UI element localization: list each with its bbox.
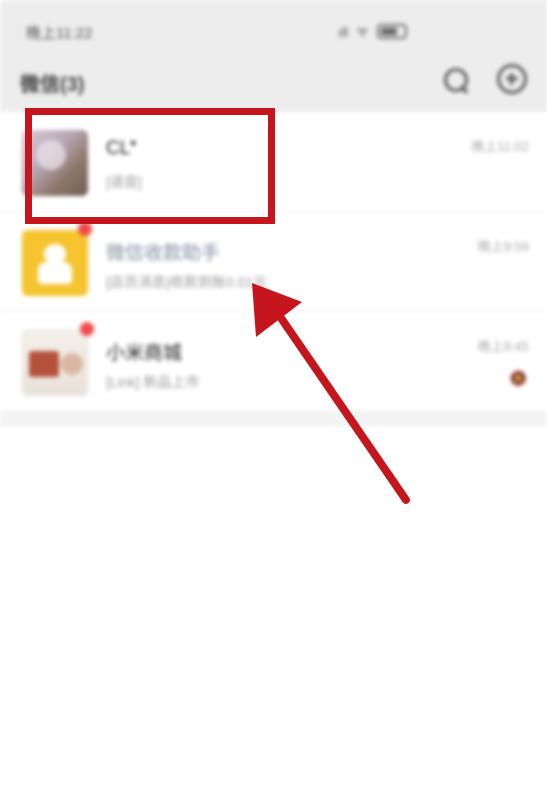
chat-time: 晚上9:59: [477, 239, 529, 254]
status-time: 晚上11:22: [26, 25, 93, 42]
screen: 晚上11:22 ıll ᯤ 微信(3) CL♥ [语音] 晚上11:02 微信收…: [0, 0, 547, 789]
plus-circle-icon[interactable]: [497, 64, 527, 94]
list-divider: [0, 412, 547, 426]
chat-preview: [店员消息]收款到账0.01元: [106, 274, 268, 290]
status-icons: ıll ᯤ: [338, 22, 407, 41]
wechat-app: 晚上11:22 ıll ᯤ 微信(3) CL♥ [语音] 晚上11:02 微信收…: [0, 0, 547, 789]
signal-icon: ıll: [338, 23, 349, 40]
chat-item-shop[interactable]: 小米商城 [Link] 新品上市 晚上8:45 🔕: [0, 312, 547, 412]
top-bar: 晚上11:22 ıll ᯤ 微信(3): [0, 0, 547, 112]
chat-preview: [语音]: [106, 174, 142, 190]
chat-item-cl[interactable]: CL♥ [语音] 晚上11:02: [0, 112, 547, 212]
chat-name: 微信收款助手: [106, 243, 221, 264]
search-icon[interactable]: [442, 66, 470, 94]
chat-preview: [Link] 新品上市: [106, 374, 200, 390]
mute-icon: 🔕: [509, 370, 527, 386]
avatar[interactable]: [22, 330, 88, 396]
chat-name: CL♥: [106, 138, 137, 159]
page-title: 微信(3): [20, 74, 85, 96]
chat-list: CL♥ [语音] 晚上11:02 微信收款助手 [店员消息]收款到账0.01元 …: [0, 112, 547, 426]
battery-icon: [376, 24, 407, 39]
avatar[interactable]: [22, 230, 88, 296]
unread-badge: [78, 222, 92, 236]
avatar[interactable]: [22, 130, 88, 196]
unread-badge: [80, 322, 94, 336]
chat-item-payment-assistant[interactable]: 微信收款助手 [店员消息]收款到账0.01元 晚上9:59: [0, 212, 547, 312]
chat-time: 晚上11:02: [471, 139, 529, 154]
chat-time: 晚上8:45: [477, 339, 529, 354]
heart-icon: ♥: [130, 138, 137, 150]
wifi-icon: ᯤ: [356, 23, 369, 39]
chat-name: 小米商城: [106, 343, 183, 364]
